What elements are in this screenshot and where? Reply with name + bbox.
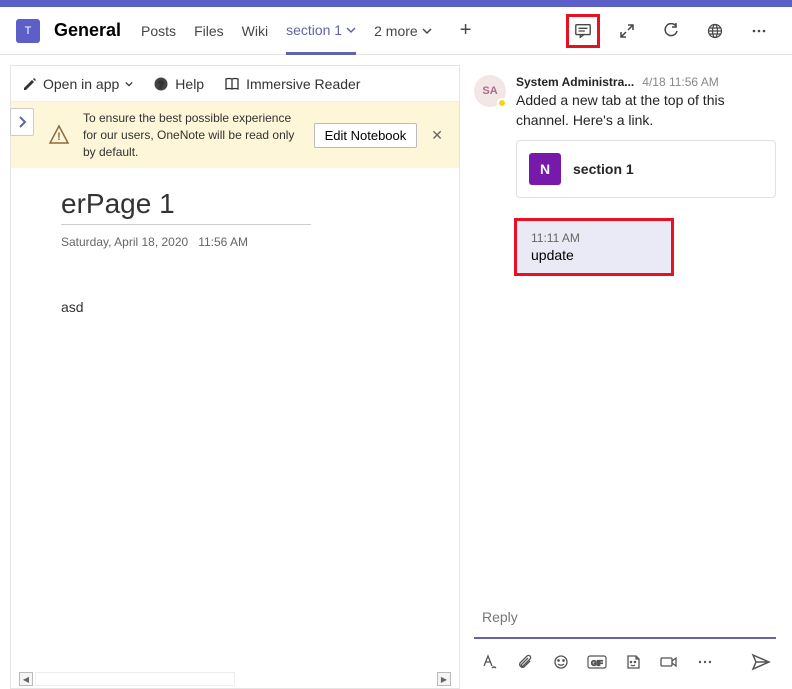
warning-icon: ! bbox=[45, 121, 73, 149]
book-icon bbox=[224, 76, 240, 92]
sticker-icon[interactable] bbox=[622, 651, 644, 673]
meet-icon[interactable] bbox=[658, 651, 680, 673]
send-icon[interactable] bbox=[750, 651, 772, 673]
avatar-initials: SA bbox=[482, 85, 497, 97]
edit-notebook-button[interactable]: Edit Notebook bbox=[314, 123, 418, 148]
warning-text: To ensure the best possible experience f… bbox=[83, 110, 304, 160]
help-label: Help bbox=[175, 76, 204, 92]
channel-header: T General Posts Files Wiki section 1 2 m… bbox=[0, 7, 792, 55]
onenote-app-icon: N bbox=[529, 153, 561, 185]
message-author: System Administra... bbox=[516, 75, 634, 89]
svg-text:GIF: GIF bbox=[591, 661, 603, 668]
horizontal-scrollbar[interactable]: ◀ ▶ bbox=[19, 672, 451, 686]
tab-section1-label: section 1 bbox=[286, 22, 342, 38]
onenote-toolbar: Open in app ? Help Immersive Reader bbox=[11, 66, 459, 102]
tab-more[interactable]: 2 more bbox=[374, 7, 432, 55]
message-time: 4/18 11:56 AM bbox=[642, 75, 719, 89]
tab-link-card[interactable]: N section 1 bbox=[516, 140, 776, 198]
format-icon[interactable] bbox=[478, 651, 500, 673]
message-text: Added a new tab at the top of this chann… bbox=[516, 91, 776, 130]
avatar[interactable]: SA bbox=[474, 75, 506, 107]
chevron-down-icon bbox=[125, 80, 133, 88]
page-content: asd bbox=[61, 299, 429, 315]
close-warning-button[interactable]: ✕ bbox=[427, 123, 447, 148]
tab-wiki[interactable]: Wiki bbox=[242, 7, 268, 55]
open-in-app-button[interactable]: Open in app bbox=[23, 76, 133, 92]
add-tab-button[interactable]: + bbox=[460, 19, 472, 42]
scroll-right-icon[interactable]: ▶ bbox=[437, 672, 451, 686]
emoji-icon[interactable] bbox=[550, 651, 572, 673]
chevron-down-icon bbox=[422, 26, 432, 36]
refresh-icon[interactable] bbox=[654, 14, 688, 48]
channel-name: General bbox=[54, 20, 121, 41]
scroll-track[interactable] bbox=[35, 672, 235, 686]
onenote-page[interactable]: erPage 1 Saturday, April 18, 2020 11:56 … bbox=[11, 168, 459, 688]
expand-nav-button[interactable] bbox=[10, 108, 34, 136]
reply-message[interactable]: 11:11 AM update bbox=[514, 218, 674, 276]
onenote-pane: Open in app ? Help Immersive Reader ! To… bbox=[10, 65, 460, 689]
gif-icon[interactable]: GIF bbox=[586, 651, 608, 673]
link-title: section 1 bbox=[573, 161, 634, 177]
help-button[interactable]: ? Help bbox=[153, 76, 204, 92]
svg-text:!: ! bbox=[57, 131, 61, 143]
readonly-warning-bar: ! To ensure the best possible experience… bbox=[11, 102, 459, 168]
reply-toolbar: GIF bbox=[474, 645, 776, 679]
immersive-label: Immersive Reader bbox=[246, 76, 360, 92]
immersive-reader-button[interactable]: Immersive Reader bbox=[224, 76, 360, 92]
tab-section1[interactable]: section 1 bbox=[286, 7, 356, 55]
reply-input[interactable] bbox=[474, 597, 776, 637]
page-date: Saturday, April 18, 2020 11:56 AM bbox=[61, 235, 429, 249]
open-in-app-label: Open in app bbox=[43, 76, 119, 92]
expand-icon[interactable] bbox=[610, 14, 644, 48]
chevron-down-icon bbox=[346, 25, 356, 35]
team-avatar[interactable]: T bbox=[16, 19, 40, 43]
help-icon: ? bbox=[153, 76, 169, 92]
reply-input-box bbox=[474, 597, 776, 639]
reply-time: 11:11 AM bbox=[531, 231, 657, 245]
pencil-icon bbox=[23, 77, 37, 91]
page-title: erPage 1 bbox=[61, 188, 311, 225]
conversation-pane: SA System Administra... 4/18 11:56 AM Ad… bbox=[470, 65, 792, 689]
presence-away-icon bbox=[497, 98, 507, 108]
svg-text:?: ? bbox=[158, 80, 164, 91]
chat-message[interactable]: SA System Administra... 4/18 11:56 AM Ad… bbox=[474, 75, 776, 198]
globe-icon[interactable] bbox=[698, 14, 732, 48]
tab-more-label: 2 more bbox=[374, 23, 418, 39]
more-icon[interactable] bbox=[694, 651, 716, 673]
tab-posts[interactable]: Posts bbox=[141, 7, 176, 55]
conversation-icon[interactable] bbox=[566, 14, 600, 48]
more-icon[interactable] bbox=[742, 14, 776, 48]
scroll-left-icon[interactable]: ◀ bbox=[19, 672, 33, 686]
attach-icon[interactable] bbox=[514, 651, 536, 673]
tab-files[interactable]: Files bbox=[194, 7, 224, 55]
reply-text: update bbox=[531, 247, 574, 263]
